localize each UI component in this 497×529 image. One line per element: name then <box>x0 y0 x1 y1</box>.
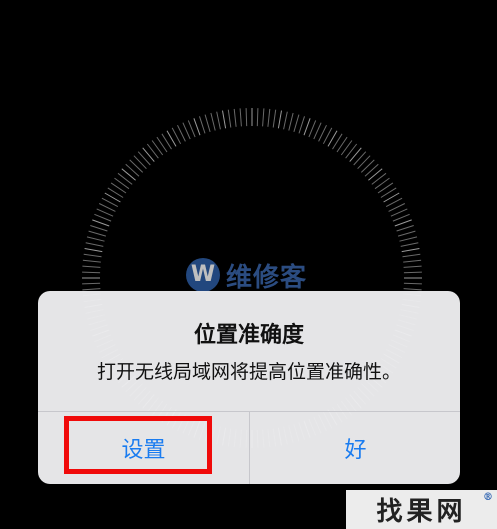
dial-tick <box>137 151 151 166</box>
dial-tick <box>401 248 420 253</box>
dial-tick <box>82 288 101 291</box>
dial-tick <box>394 219 412 227</box>
dial-tick <box>353 151 367 166</box>
dial-tick <box>199 116 206 134</box>
dial-tick <box>403 282 422 285</box>
dial-tick <box>245 108 248 127</box>
dial-tick <box>403 259 422 263</box>
dial-tick <box>129 159 144 173</box>
dial-tick <box>403 288 422 291</box>
dial-tick <box>313 122 322 140</box>
corner-watermark: 找果网 ® <box>346 490 497 529</box>
dial-tick <box>133 155 147 170</box>
watermark-w-icon: W <box>186 258 220 292</box>
settings-highlight-box <box>64 416 212 474</box>
dial-tick <box>283 111 288 130</box>
dial-tick <box>82 259 101 263</box>
dial-tick <box>318 124 327 142</box>
dial-tick <box>390 208 408 217</box>
dial-tick <box>210 112 216 131</box>
dial-tick <box>397 230 416 237</box>
dial-tick <box>82 282 101 285</box>
dial-tick <box>293 114 300 133</box>
dial-tick <box>94 213 112 222</box>
dial-tick <box>90 225 108 232</box>
dial-tick <box>396 225 414 232</box>
dial-tick <box>177 124 186 142</box>
dial-tick <box>82 265 101 268</box>
dial-tick <box>288 112 294 131</box>
dial-tick <box>227 109 232 128</box>
dial-tick <box>88 230 107 237</box>
dial-tick <box>400 242 419 247</box>
ok-button[interactable]: 好 <box>250 412 460 484</box>
registered-mark: ® <box>483 492 493 503</box>
dial-tick <box>267 108 271 127</box>
dial-tick <box>308 120 317 138</box>
dial-tick <box>272 109 277 128</box>
watermark-logo: W 维修客 <box>186 255 336 295</box>
dial-tick <box>233 108 237 127</box>
dial-tick <box>256 108 259 127</box>
dial-tick <box>204 114 211 133</box>
dial-tick <box>85 242 104 247</box>
dial-tick <box>222 110 227 129</box>
dial-tick <box>84 248 103 253</box>
dial-tick <box>298 116 305 134</box>
dial-tick <box>392 213 410 222</box>
dial-tick <box>92 219 110 227</box>
corner-watermark-text: 找果网 <box>376 497 467 527</box>
dial-tick <box>142 147 155 162</box>
alert-title: 位置准确度 <box>193 323 304 348</box>
dial-tick <box>403 271 422 274</box>
dial-tick <box>187 120 196 138</box>
dial-tick <box>98 203 116 212</box>
dial-tick <box>216 111 221 130</box>
dial-tick <box>193 118 201 136</box>
dial-tick <box>399 236 418 242</box>
dial-tick <box>239 108 242 127</box>
dial-tick <box>121 168 136 181</box>
watermark-text: 维修客 <box>226 262 308 293</box>
dial-tick <box>277 110 282 129</box>
dial-tick <box>86 236 105 242</box>
dial-tick <box>360 159 375 173</box>
dial-tick <box>303 118 311 136</box>
dial-tick <box>83 253 102 258</box>
dial-tick <box>182 122 191 140</box>
dial-tick <box>82 271 101 274</box>
alert-message: 打开无线局域网将提高位置准确性。 <box>96 361 401 383</box>
dial-tick <box>262 108 265 127</box>
dial-tick <box>388 203 406 212</box>
dial-tick <box>364 163 379 177</box>
dial-tick <box>402 253 421 258</box>
dial-tick <box>349 147 362 162</box>
dial-tick <box>96 208 114 217</box>
dial-tick <box>403 265 422 268</box>
dial-tick <box>125 163 140 177</box>
dial-tick <box>368 168 383 181</box>
dial-tick <box>357 155 371 170</box>
